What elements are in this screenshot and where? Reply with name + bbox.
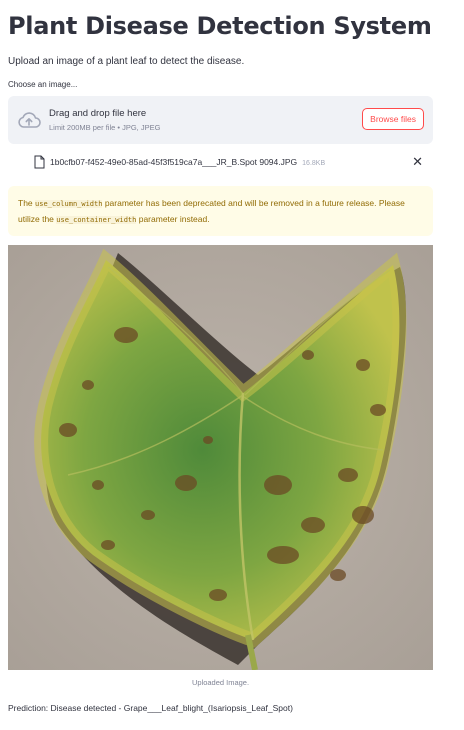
file-name-text: 1b0cfb07-f452-49e0-85ad-45f3f519ca7a___J… [50,157,298,167]
file-dropzone[interactable]: Drag and drop file here Limit 200MB per … [8,96,433,144]
uploader-label: Choose an image... [8,80,78,89]
page-title: Plant Disease Detection System [8,12,432,40]
warning-code: use_column_width [35,200,103,208]
dropzone-title: Drag and drop file here [49,108,147,119]
dropzone-limit: Limit 200MB per file • JPG, JPEG [49,123,161,132]
prediction-text: Prediction: Disease detected - Grape___L… [8,703,293,713]
uploaded-file-name: 1b0cfb07-f452-49e0-85ad-45f3f519ca7a___J… [50,157,325,167]
deprecation-warning: The use_column_width parameter has been … [8,186,433,236]
warning-text: The [18,198,36,208]
file-size: 16.8KB [302,160,326,167]
page-subtitle: Upload an image of a plant leaf to detec… [8,56,245,67]
warning-text: parameter instead. [136,214,210,224]
uploaded-file-row: 1b0cfb07-f452-49e0-85ad-45f3f519ca7a___J… [8,150,433,176]
warning-code: use_container_width [56,216,137,224]
image-caption: Uploaded Image. [191,678,250,687]
browse-files-button[interactable]: Browse files [362,108,424,130]
uploaded-leaf-image [8,245,433,670]
file-icon [34,155,45,169]
cloud-upload-icon [18,112,41,128]
remove-file-icon[interactable]: ✕ [412,154,423,170]
